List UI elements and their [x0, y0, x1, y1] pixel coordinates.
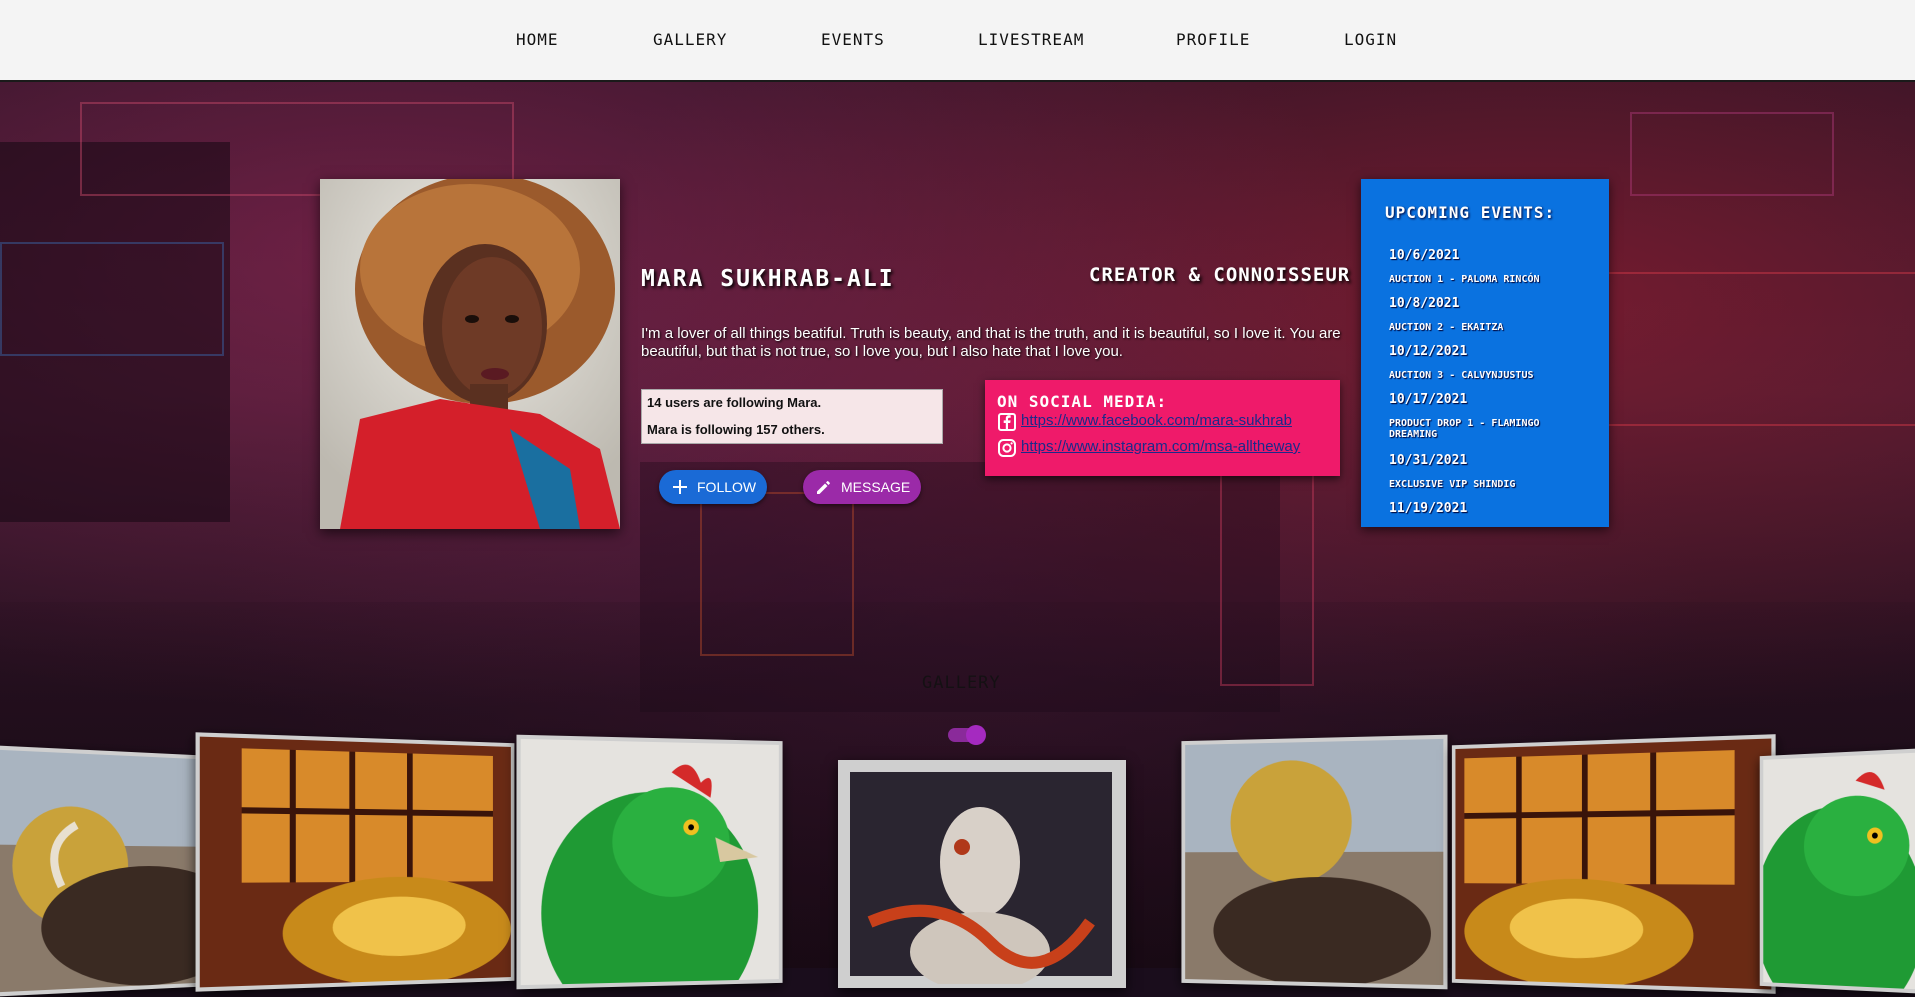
facebook-link[interactable]: https://www.facebook.com/mara-sukhrab [1021, 412, 1292, 429]
gallery-image-golden-figure [1455, 738, 1772, 993]
gallery-image-statue [850, 772, 1112, 984]
event-date[interactable]: 10/31/2021 [1389, 453, 1467, 468]
nav-profile[interactable]: PROFILE [1176, 30, 1250, 49]
gallery-toggle[interactable] [948, 725, 986, 745]
gallery-card[interactable] [1181, 734, 1448, 990]
instagram-link[interactable]: https://www.instagram.com/msa-alltheway [1021, 438, 1300, 455]
follow-button-label: FOLLOW [697, 479, 757, 495]
nav-login[interactable]: LOGIN [1344, 30, 1397, 49]
follow-button[interactable]: FOLLOW [659, 470, 767, 504]
pencil-icon [813, 479, 835, 495]
event-date[interactable]: 10/6/2021 [1389, 248, 1459, 263]
toggle-knob [966, 725, 986, 745]
gallery-card[interactable] [1759, 747, 1915, 995]
message-button[interactable]: MESSAGE [803, 470, 921, 504]
nav-livestream[interactable]: LIVESTREAM [978, 30, 1084, 49]
event-date[interactable]: 10/17/2021 [1389, 392, 1467, 407]
facebook-icon[interactable] [998, 413, 1016, 431]
gallery-card[interactable] [195, 732, 515, 992]
event-name[interactable]: AUCTION 3 - CALVYNJUSTUS [1389, 370, 1589, 381]
gallery-image-rooster [520, 738, 779, 990]
gallery-image-bull [1185, 738, 1444, 990]
events-title: UPCOMING EVENTS: [1385, 203, 1556, 222]
follow-stats: 14 users are following Mara. Mara is fol… [641, 389, 943, 444]
social-media-panel: ON SOCIAL MEDIA: https://www.facebook.co… [985, 380, 1340, 476]
upcoming-events-panel: UPCOMING EVENTS: 10/6/2021 AUCTION 1 - P… [1361, 179, 1609, 527]
event-name[interactable]: PRODUCT DROP 1 - FLAMINGO DREAMING [1389, 418, 1589, 440]
event-name[interactable]: EXCLUSIVE VIP SHINDIG [1389, 479, 1589, 490]
nav-home[interactable]: HOME [516, 30, 559, 49]
message-button-label: MESSAGE [841, 479, 911, 495]
portrait-image [320, 179, 620, 529]
profile-photo [320, 179, 620, 529]
gallery-title: GALLERY [922, 673, 1001, 693]
gallery-card[interactable] [1451, 734, 1776, 994]
event-date[interactable]: 10/12/2021 [1389, 344, 1467, 359]
social-title: ON SOCIAL MEDIA: [997, 392, 1168, 411]
profile-role: CREATOR & CONNOISSEUR [1089, 264, 1351, 286]
followers-count: 14 users are following Mara. [647, 395, 822, 410]
gallery-card[interactable] [516, 734, 783, 990]
following-count: Mara is following 157 others. [647, 422, 825, 437]
gallery-image-golden-figure [199, 736, 511, 990]
nav-gallery[interactable]: GALLERY [653, 30, 727, 49]
event-name[interactable]: AUCTION 1 - PALOMA RINCÓN [1389, 274, 1589, 285]
gallery-card-active[interactable] [838, 760, 1126, 988]
event-name[interactable]: AUCTION 2 - EKAITZA [1389, 322, 1589, 333]
instagram-icon[interactable] [998, 439, 1016, 457]
event-date[interactable]: 10/8/2021 [1389, 296, 1459, 311]
plus-icon [669, 479, 691, 495]
profile-name: MARA SUKHRAB-ALI [641, 266, 895, 292]
profile-bio: I'm a lover of all things beatiful. Trut… [641, 325, 1341, 360]
nav-events[interactable]: EVENTS [821, 30, 885, 49]
event-date[interactable]: 11/19/2021 [1389, 501, 1467, 516]
gallery-image-rooster [1759, 751, 1915, 995]
top-navbar: HOME GALLERY EVENTS LIVESTREAM PROFILE L… [0, 0, 1915, 82]
